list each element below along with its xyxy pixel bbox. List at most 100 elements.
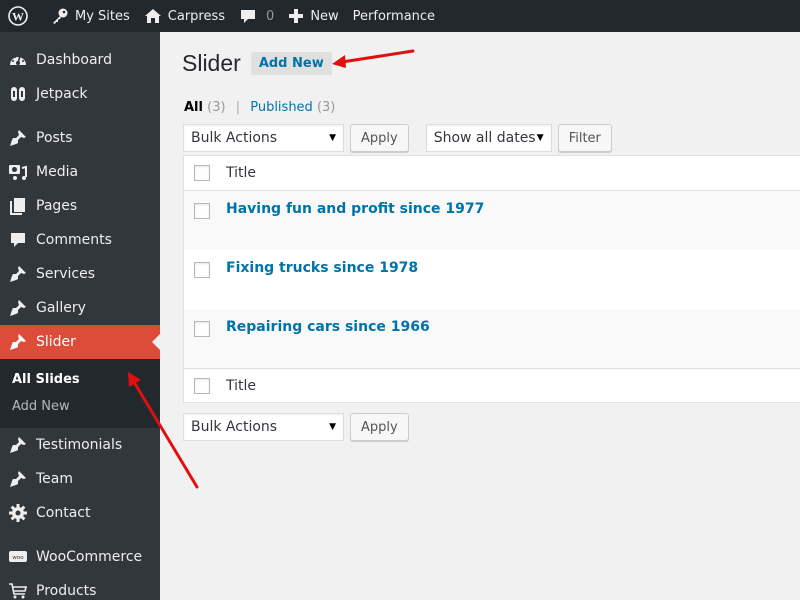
- comments-count: 0: [266, 8, 275, 24]
- bulk-actions-value: Bulk Actions: [191, 130, 278, 146]
- sidebar-item-label: Jetpack: [36, 86, 88, 102]
- sidebar-item-label: Dashboard: [36, 52, 112, 68]
- admin-sidebar: Dashboard Jetpack Posts Media Pages Comm…: [0, 32, 160, 600]
- add-new-button[interactable]: Add New: [250, 52, 332, 75]
- wordpress-logo-icon: W: [8, 6, 28, 26]
- caret-down-icon: ▼: [536, 133, 544, 143]
- my-sites-label: My Sites: [75, 8, 130, 24]
- pin-icon: [0, 128, 36, 148]
- plus-icon: [288, 8, 304, 24]
- table-row: Having fun and profit since 1977: [184, 191, 800, 250]
- sidebar-item-products[interactable]: Products: [0, 574, 160, 600]
- bulk-actions-select-bottom[interactable]: Bulk Actions ▼: [183, 413, 344, 441]
- row-title-link[interactable]: Fixing trucks since 1978: [226, 260, 418, 276]
- column-title-footer[interactable]: Title: [226, 378, 256, 394]
- wordpress-logo-button[interactable]: W: [0, 0, 44, 32]
- bulk-actions-select[interactable]: Bulk Actions ▼: [183, 124, 344, 152]
- table-header: Title: [184, 156, 800, 191]
- comments-menu[interactable]: 0: [232, 0, 281, 32]
- jetpack-icon: [0, 84, 36, 104]
- sidebar-item-label: Slider: [36, 334, 76, 350]
- sidebar-item-label: Team: [36, 471, 74, 487]
- new-content-label: New: [310, 8, 339, 24]
- sidebar-item-team[interactable]: Team: [0, 462, 160, 496]
- select-all-checkbox[interactable]: [194, 165, 210, 181]
- submenu-add-new[interactable]: Add New: [0, 393, 160, 420]
- view-all[interactable]: All: [184, 100, 203, 115]
- pin-icon: [0, 298, 36, 318]
- sidebar-item-label: Products: [36, 583, 97, 599]
- sidebar-item-pages[interactable]: Pages: [0, 189, 160, 223]
- apply-button[interactable]: Apply: [350, 124, 409, 152]
- apply-button-bottom[interactable]: Apply: [350, 413, 409, 441]
- sidebar-item-comments[interactable]: Comments: [0, 223, 160, 257]
- site-name-label: Carpress: [167, 8, 226, 24]
- row-checkbox[interactable]: [194, 262, 210, 278]
- gear-icon: [0, 503, 36, 523]
- pin-icon: [0, 469, 36, 489]
- sidebar-item-label: WooCommerce: [36, 549, 143, 565]
- view-all-count: (3): [207, 100, 226, 115]
- sidebar-item-jetpack[interactable]: Jetpack: [0, 77, 160, 111]
- sidebar-item-label: Services: [36, 266, 96, 282]
- pin-icon: [0, 332, 36, 352]
- date-filter-value: Show all dates: [433, 130, 536, 146]
- sidebar-item-contact[interactable]: Contact: [0, 496, 160, 530]
- tablenav-bottom: Bulk Actions ▼ Apply: [183, 413, 409, 441]
- table-footer: Title: [184, 368, 800, 402]
- sidebar-item-media[interactable]: Media: [0, 155, 160, 189]
- column-title[interactable]: Title: [226, 165, 256, 181]
- row-checkbox[interactable]: [194, 203, 210, 219]
- slider-submenu: All Slides Add New: [0, 359, 160, 428]
- sidebar-item-gallery[interactable]: Gallery: [0, 291, 160, 325]
- tablenav-top: Bulk Actions ▼ Apply Show all dates ▼ Fi…: [183, 124, 612, 152]
- pin-icon: [0, 435, 36, 455]
- sidebar-item-testimonials[interactable]: Testimonials: [0, 428, 160, 462]
- new-content-menu[interactable]: New: [281, 0, 345, 32]
- cart-icon: [0, 581, 36, 600]
- sidebar-item-posts[interactable]: Posts: [0, 121, 160, 155]
- key-icon: [51, 7, 69, 25]
- sidebar-item-label: Testimonials: [36, 437, 123, 453]
- select-all-checkbox-footer[interactable]: [194, 377, 210, 394]
- comment-icon: [0, 230, 36, 250]
- row-checkbox[interactable]: [194, 321, 210, 337]
- sidebar-item-services[interactable]: Services: [0, 257, 160, 291]
- sidebar-item-dashboard[interactable]: Dashboard: [0, 43, 160, 77]
- my-sites-menu[interactable]: My Sites: [44, 0, 137, 32]
- filter-button[interactable]: Filter: [557, 124, 612, 152]
- sidebar-item-label: Contact: [36, 505, 91, 521]
- site-name-menu[interactable]: Carpress: [137, 0, 232, 32]
- page-title: Slider: [182, 50, 241, 76]
- submenu-all-slides[interactable]: All Slides: [0, 366, 160, 393]
- sidebar-item-woocommerce[interactable]: woo WooCommerce: [0, 540, 160, 574]
- sidebar-item-label: Pages: [36, 198, 78, 214]
- view-published[interactable]: Published: [250, 100, 313, 115]
- caret-down-icon: ▼: [329, 133, 336, 143]
- caret-down-icon: ▼: [329, 422, 336, 432]
- sidebar-item-label: Posts: [36, 130, 73, 146]
- table-row: Fixing trucks since 1978: [184, 250, 800, 309]
- pages-icon: [0, 196, 36, 216]
- pin-icon: [0, 264, 36, 284]
- home-icon: [144, 7, 162, 25]
- main-content: Slider Add New All (3) | Published (3) B…: [160, 32, 800, 600]
- sidebar-item-label: Media: [36, 164, 79, 180]
- svg-text:W: W: [12, 10, 24, 24]
- sidebar-item-label: Comments: [36, 232, 112, 248]
- performance-menu[interactable]: Performance: [346, 0, 442, 32]
- views-separator: |: [235, 100, 241, 115]
- view-published-count: (3): [316, 100, 336, 115]
- svg-text:woo: woo: [12, 555, 24, 561]
- row-title-link[interactable]: Having fun and profit since 1977: [226, 201, 484, 217]
- row-title-link[interactable]: Repairing cars since 1966: [226, 319, 430, 335]
- media-icon: [0, 162, 36, 182]
- comment-icon: [239, 7, 257, 25]
- sidebar-item-label: Gallery: [36, 300, 86, 316]
- performance-label: Performance: [352, 8, 436, 24]
- table-row: Repairing cars since 1966: [184, 309, 800, 368]
- sidebar-item-slider[interactable]: Slider: [0, 325, 160, 359]
- bulk-actions-value: Bulk Actions: [191, 419, 278, 435]
- date-filter-select[interactable]: Show all dates ▼: [425, 124, 552, 152]
- post-status-views: All (3) | Published (3): [184, 100, 335, 115]
